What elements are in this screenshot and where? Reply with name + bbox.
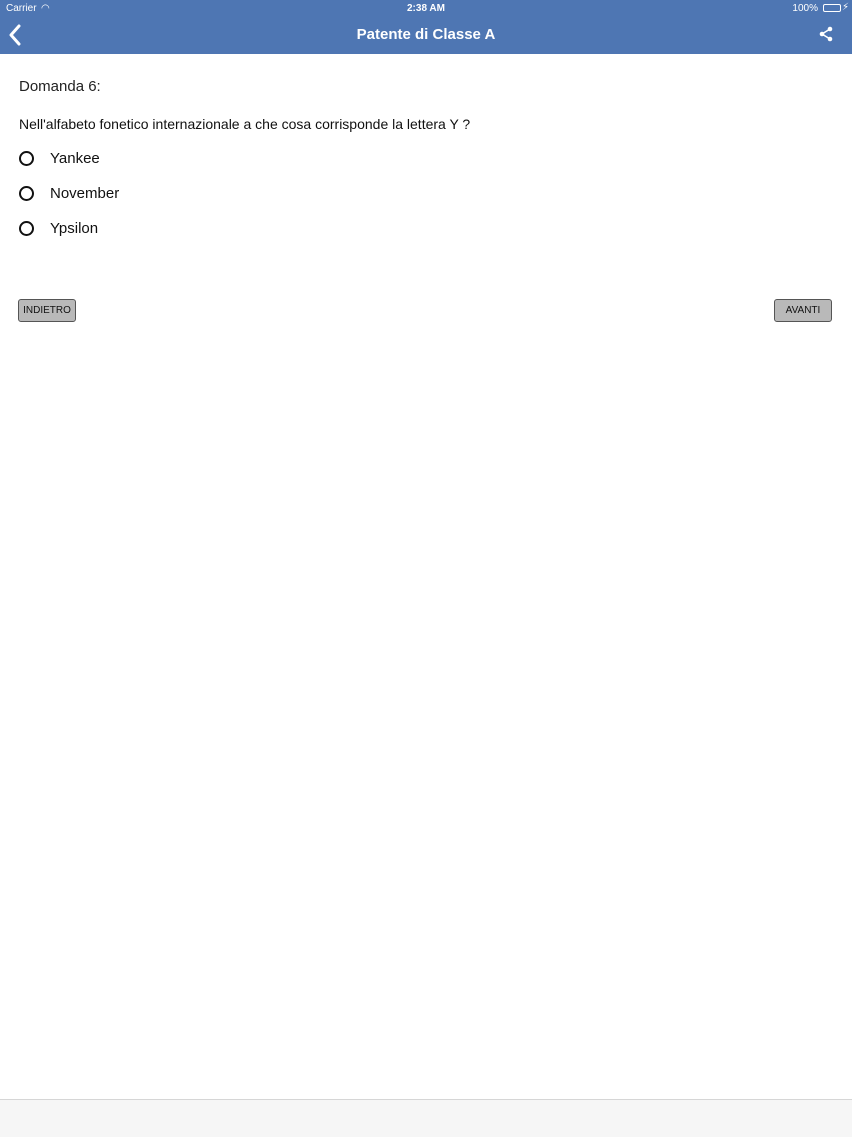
top-bar: Carrier ◠ 2:38 AM 100% ⚡ Patente di Clas… (0, 0, 852, 54)
answer-option-november[interactable]: November (19, 183, 833, 218)
status-time: 2:38 AM (407, 3, 445, 14)
answer-options: Yankee November Ypsilon (19, 148, 833, 253)
answer-option-yankee[interactable]: Yankee (19, 148, 833, 183)
previous-button[interactable]: INDIETRO (18, 299, 76, 322)
next-button[interactable]: AVANTI (774, 299, 832, 322)
share-button[interactable] (818, 26, 834, 42)
page-title: Patente di Classe A (356, 26, 496, 43)
battery-percent: 100% (792, 3, 818, 14)
question-text: Nell'alfabeto fonetico internazionale a … (19, 116, 471, 132)
status-bar: Carrier ◠ 2:38 AM 100% ⚡ (0, 0, 852, 17)
navigation-bar: Patente di Classe A (0, 17, 852, 54)
answer-label: Ypsilon (50, 220, 99, 237)
share-icon (819, 26, 833, 42)
charging-icon: ⚡ (841, 2, 849, 13)
answer-option-ypsilon[interactable]: Ypsilon (19, 218, 833, 253)
question-number: Domanda 6: (19, 78, 101, 95)
answer-label: Yankee (50, 150, 100, 167)
bottom-toolbar (0, 1099, 852, 1137)
radio-button[interactable] (19, 221, 34, 236)
battery-icon (823, 4, 841, 12)
radio-button[interactable] (19, 151, 34, 166)
question-content: Domanda 6: Nell'alfabeto fonetico intern… (19, 76, 833, 253)
radio-button[interactable] (19, 186, 34, 201)
answer-label: November (50, 185, 120, 202)
